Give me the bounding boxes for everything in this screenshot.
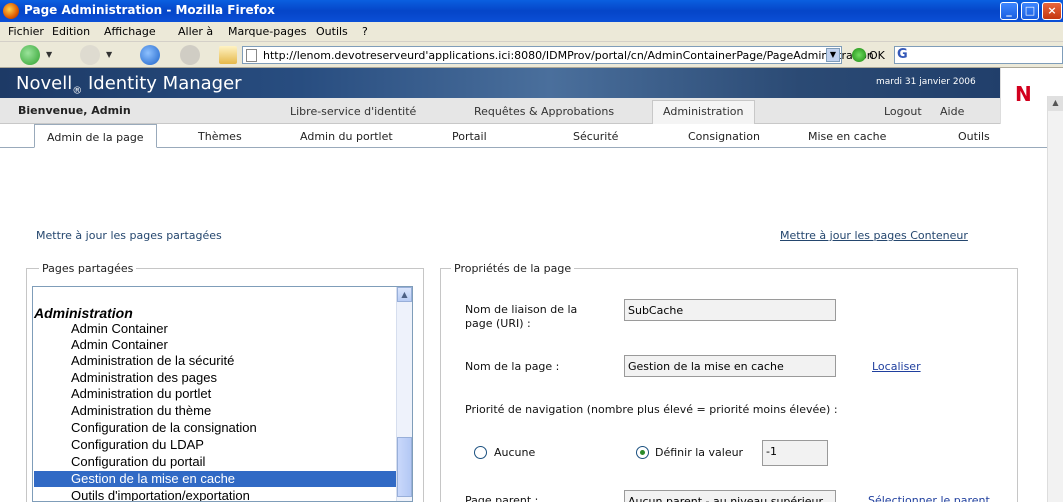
logout-link[interactable]: Logout bbox=[884, 105, 922, 118]
page-name-field[interactable]: Gestion de la mise en cache bbox=[624, 355, 836, 377]
page-icon bbox=[246, 49, 257, 62]
navigation-toolbar: ▼ ▼ http://lenom.devotreserveurd'applica… bbox=[0, 42, 1063, 68]
maximize-button[interactable]: □ bbox=[1021, 2, 1039, 20]
update-shared-pages-link[interactable]: Mettre à jour les pages partagées bbox=[36, 229, 222, 242]
list-item[interactable]: Administration du thème bbox=[71, 403, 211, 418]
header-tabbar: Bienvenue, Admin Libre-service d'identit… bbox=[0, 98, 1000, 124]
back-dropdown-icon[interactable]: ▼ bbox=[46, 50, 52, 59]
menu-tools[interactable]: Outils bbox=[316, 25, 348, 38]
page-scrollbar[interactable]: ▲ bbox=[1047, 96, 1063, 502]
list-item[interactable]: Administration de la sécurité bbox=[71, 353, 234, 368]
search-box[interactable]: G bbox=[894, 46, 1063, 64]
firefox-icon bbox=[3, 3, 19, 19]
select-parent-link[interactable]: Sélectionner le parent bbox=[868, 494, 990, 502]
brand-logo: Novell® Identity Manager bbox=[16, 73, 242, 97]
forward-arrow-icon[interactable] bbox=[80, 45, 100, 65]
go-icon[interactable] bbox=[852, 48, 866, 62]
menu-view[interactable]: Affichage bbox=[104, 25, 156, 38]
menu-edit[interactable]: Edition bbox=[52, 25, 90, 38]
help-link[interactable]: Aide bbox=[940, 105, 964, 118]
radio-none-label: Aucune bbox=[494, 446, 536, 459]
header-banner: Novell® Identity Manager mardi 31 janvie… bbox=[0, 68, 1000, 98]
url-text: http://lenom.devotreserveurd'application… bbox=[263, 49, 874, 62]
subtab-page-admin[interactable]: Admin de la page bbox=[34, 124, 157, 148]
menu-bar: Fichier Edition Affichage Aller à Marque… bbox=[0, 22, 1063, 42]
home-icon[interactable] bbox=[219, 46, 237, 64]
subtab-tools[interactable]: Outils bbox=[958, 130, 990, 143]
tab-identity-self-service[interactable]: Libre-service d'identité bbox=[290, 105, 416, 118]
list-scrollbar[interactable]: ▲ bbox=[396, 287, 412, 501]
go-label[interactable]: OK bbox=[869, 49, 885, 62]
list-item-selected[interactable]: Gestion de la mise en cache bbox=[71, 471, 235, 486]
shared-pages-list[interactable]: Administration Admin Container Admin Con… bbox=[32, 286, 413, 502]
radio-set-value[interactable] bbox=[636, 446, 649, 459]
radio-none[interactable] bbox=[474, 446, 487, 459]
menu-bookmarks[interactable]: Marque-pages bbox=[228, 25, 306, 38]
tab-administration[interactable]: Administration bbox=[652, 100, 755, 124]
page-name-label: Nom de la page : bbox=[465, 360, 560, 373]
page-scroll-up-icon[interactable]: ▲ bbox=[1048, 96, 1063, 111]
list-group-header[interactable]: Administration bbox=[34, 305, 133, 321]
subtab-themes[interactable]: Thèmes bbox=[198, 130, 242, 143]
subtab-caching[interactable]: Mise en cache bbox=[808, 130, 886, 143]
reload-icon[interactable] bbox=[140, 45, 160, 65]
menu-go[interactable]: Aller à bbox=[178, 25, 213, 38]
url-dropdown-icon[interactable]: ▼ bbox=[826, 48, 840, 62]
list-item[interactable]: Administration du portlet bbox=[71, 386, 211, 401]
parent-page-field[interactable]: Aucun parent - au niveau supérieur bbox=[624, 490, 836, 502]
list-item[interactable]: Admin Container bbox=[71, 321, 168, 336]
parent-page-label: Page parent : bbox=[465, 494, 539, 502]
shared-pages-legend: Pages partagées bbox=[39, 262, 137, 275]
list-item[interactable]: Configuration du portail bbox=[71, 454, 205, 469]
radio-set-value-label: Définir la valeur bbox=[655, 446, 744, 459]
google-icon: G bbox=[897, 47, 908, 62]
forward-dropdown-icon[interactable]: ▼ bbox=[106, 50, 112, 59]
tab-requests-approvals[interactable]: Requêtes & Approbations bbox=[474, 105, 614, 118]
list-item[interactable]: Configuration de la consignation bbox=[71, 420, 257, 435]
menu-file[interactable]: Fichier bbox=[8, 25, 44, 38]
window-title-bar: Page Administration - Mozilla Firefox _ … bbox=[0, 0, 1063, 22]
uri-field[interactable]: SubCache bbox=[624, 299, 836, 321]
priority-label: Priorité de navigation (nombre plus élev… bbox=[465, 403, 838, 416]
list-item[interactable]: Admin Container bbox=[71, 337, 168, 352]
update-container-pages-link[interactable]: Mettre à jour les pages Conteneur bbox=[780, 229, 968, 242]
menu-help[interactable]: ? bbox=[362, 25, 368, 38]
window-title: Page Administration - Mozilla Firefox bbox=[24, 3, 275, 17]
subtab-logging[interactable]: Consignation bbox=[688, 130, 760, 143]
scroll-up-icon[interactable]: ▲ bbox=[397, 287, 412, 302]
url-bar[interactable]: http://lenom.devotreserveurd'application… bbox=[242, 46, 874, 64]
localize-link[interactable]: Localiser bbox=[872, 360, 921, 373]
subtab-portal[interactable]: Portail bbox=[452, 130, 487, 143]
uri-label: Nom de liaison de la page (URI) : bbox=[465, 303, 578, 330]
welcome-text: Bienvenue, Admin bbox=[18, 104, 131, 117]
priority-value-field[interactable]: -1 bbox=[762, 440, 828, 466]
stop-icon[interactable] bbox=[180, 45, 200, 65]
subtab-portlet-admin[interactable]: Admin du portlet bbox=[300, 130, 393, 143]
back-arrow-icon[interactable] bbox=[20, 45, 40, 65]
subtab-security[interactable]: Sécurité bbox=[573, 130, 618, 143]
scroll-thumb[interactable] bbox=[397, 437, 412, 497]
admin-subtabs: Admin de la page Thèmes Admin du portlet… bbox=[0, 124, 1063, 148]
header-date: mardi 31 janvier 2006 bbox=[876, 77, 976, 87]
page-properties-legend: Propriétés de la page bbox=[451, 262, 575, 275]
list-item[interactable]: Configuration du LDAP bbox=[71, 437, 204, 452]
list-item[interactable]: Outils d'importation/exportation bbox=[71, 488, 250, 501]
list-item[interactable]: Administration des pages bbox=[71, 370, 217, 385]
close-button[interactable]: × bbox=[1042, 2, 1062, 20]
minimize-button[interactable]: _ bbox=[1000, 2, 1018, 20]
portal-header: Novell® Identity Manager mardi 31 janvie… bbox=[0, 68, 1063, 124]
